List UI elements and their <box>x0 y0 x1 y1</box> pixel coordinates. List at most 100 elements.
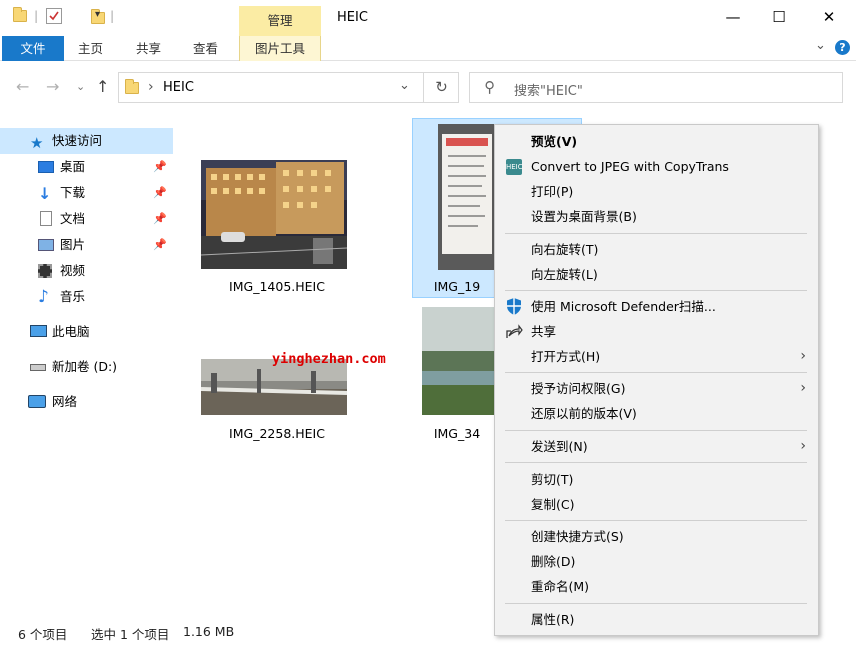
menu-item-preview[interactable]: 预览(V) <box>495 129 818 154</box>
pin-icon[interactable]: 📌 <box>153 206 167 232</box>
menu-item-copy[interactable]: 复制(C) <box>495 492 818 517</box>
tab-view[interactable]: 查看 <box>179 36 232 61</box>
file-name[interactable]: IMG_19 <box>412 279 502 294</box>
sidebar-item-documents[interactable]: 文档 📌 <box>0 206 173 232</box>
item-count: 6 个项目 <box>18 627 68 642</box>
menu-separator <box>505 290 807 291</box>
file-name[interactable]: IMG_2258.HEIC <box>192 426 362 441</box>
drive-icon <box>30 364 46 371</box>
selection-size: 1.16 MB <box>183 624 235 639</box>
refresh-button[interactable]: ↻ <box>423 72 459 103</box>
sidebar-item-quick-access[interactable]: ★ 快速访问 <box>0 128 173 154</box>
search-input[interactable]: ⚲ 搜索"HEIC" <box>469 72 843 103</box>
file-thumbnail[interactable] <box>422 307 494 415</box>
sidebar-item-videos[interactable]: 视频 <box>0 258 173 284</box>
menu-item-share[interactable]: 共享 <box>495 319 818 344</box>
menu-item-rename[interactable]: 重命名(M) <box>495 574 818 599</box>
address-bar[interactable]: › HEIC ⌄ <box>118 72 459 103</box>
selection-count: 选中 1 个项目 <box>91 627 170 642</box>
menu-item-label: 授予访问权限(G) <box>531 381 626 396</box>
menu-separator <box>505 372 807 373</box>
menu-item-cut[interactable]: 剪切(T) <box>495 467 818 492</box>
menu-item-label: 向左旋转(L) <box>531 267 598 282</box>
file-name[interactable]: IMG_1405.HEIC <box>192 279 362 294</box>
address-dropdown-icon[interactable]: ⌄ <box>399 78 410 93</box>
menu-item-properties[interactable]: 属性(R) <box>495 607 818 632</box>
sidebar-item-label: 下载 <box>60 185 86 200</box>
menu-item-label: 创建快捷方式(S) <box>531 529 624 544</box>
menu-item-rotate-right[interactable]: 向右旋转(T) <box>495 237 818 262</box>
pin-icon[interactable]: 📌 <box>153 232 167 258</box>
menu-item-send-to[interactable]: 发送到(N) › <box>495 434 818 459</box>
menu-item-print[interactable]: 打印(P) <box>495 179 818 204</box>
sidebar-item-label: 音乐 <box>60 289 86 304</box>
sidebar-item-music[interactable]: ♪ 音乐 <box>0 284 173 310</box>
menu-separator <box>505 233 807 234</box>
customize-quick-access-icon[interactable]: ▾ <box>95 9 100 20</box>
manage-tab[interactable]: 管理 <box>239 6 321 36</box>
star-icon: ★ <box>30 134 44 152</box>
file-name[interactable]: IMG_34 <box>412 426 502 441</box>
up-button[interactable]: ↑ <box>96 77 109 96</box>
window-title: HEIC <box>337 10 368 25</box>
menu-item-label: 预览(V) <box>531 134 578 149</box>
pin-icon[interactable]: 📌 <box>153 154 167 180</box>
menu-item-label: 删除(D) <box>531 554 576 569</box>
recent-locations-icon[interactable]: ⌄ <box>76 80 85 93</box>
sidebar-item-label: 网络 <box>52 394 78 409</box>
ribbon-expand-icon[interactable]: ⌄ <box>815 38 826 53</box>
menu-item-label: 设置为桌面背景(B) <box>531 209 637 224</box>
sidebar-item-desktop[interactable]: 桌面 📌 <box>0 154 173 180</box>
sidebar-item-downloads[interactable]: ↓ 下载 📌 <box>0 180 173 206</box>
shield-icon <box>505 297 523 315</box>
tab-home[interactable]: 主页 <box>64 36 117 61</box>
tab-picture-tools[interactable]: 图片工具 <box>239 36 321 61</box>
pin-icon[interactable]: 📌 <box>153 180 167 206</box>
path-separator-icon[interactable]: › <box>148 79 154 95</box>
minimize-button[interactable]: — <box>710 0 756 34</box>
file-thumbnail[interactable] <box>200 160 348 269</box>
file-thumbnail[interactable] <box>200 359 348 415</box>
sidebar-item-drive-d[interactable]: 新加卷 (D:) <box>0 354 173 380</box>
download-icon: ↓ <box>38 184 52 203</box>
menu-item-label: 发送到(N) <box>531 439 588 454</box>
menu-separator <box>505 430 807 431</box>
menu-item-label: 剪切(T) <box>531 472 574 487</box>
menu-item-grant-access[interactable]: 授予访问权限(G) › <box>495 376 818 401</box>
properties-quick-icon[interactable] <box>46 8 62 24</box>
menu-item-label: 共享 <box>531 324 557 339</box>
back-button[interactable]: ← <box>16 77 29 96</box>
submenu-arrow-icon: › <box>800 348 806 364</box>
maximize-button[interactable]: ☐ <box>756 0 802 34</box>
menu-item-convert-jpeg[interactable]: HEIC Convert to JPEG with CopyTrans <box>495 154 818 179</box>
tab-share[interactable]: 共享 <box>122 36 175 61</box>
submenu-arrow-icon: › <box>800 380 806 396</box>
menu-item-create-shortcut[interactable]: 创建快捷方式(S) <box>495 524 818 549</box>
menu-separator <box>505 603 807 604</box>
close-button[interactable]: ✕ <box>806 0 852 34</box>
menu-separator <box>505 520 807 521</box>
search-icon: ⚲ <box>484 78 495 96</box>
menu-item-delete[interactable]: 删除(D) <box>495 549 818 574</box>
sidebar-item-label: 快速访问 <box>52 133 103 148</box>
forward-button[interactable]: → <box>46 77 59 96</box>
submenu-arrow-icon: › <box>800 438 806 454</box>
menu-item-rotate-left[interactable]: 向左旋转(L) <box>495 262 818 287</box>
help-icon[interactable]: ? <box>835 40 850 55</box>
context-menu: 预览(V) HEIC Convert to JPEG with CopyTran… <box>494 124 819 636</box>
menu-item-set-wallpaper[interactable]: 设置为桌面背景(B) <box>495 204 818 229</box>
menu-item-defender-scan[interactable]: 使用 Microsoft Defender扫描... <box>495 294 818 319</box>
navigation-pane: ★ 快速访问 桌面 📌 ↓ 下载 📌 文档 📌 图片 📌 视频 ♪ 音乐 此电脑… <box>0 122 175 612</box>
music-icon: ♪ <box>38 287 49 307</box>
sidebar-item-pictures[interactable]: 图片 📌 <box>0 232 173 258</box>
menu-item-label: 打开方式(H) <box>531 349 601 364</box>
sidebar-item-label: 桌面 <box>60 159 86 174</box>
menu-item-open-with[interactable]: 打开方式(H) › <box>495 344 818 369</box>
menu-item-restore-versions[interactable]: 还原以前的版本(V) <box>495 401 818 426</box>
tab-file[interactable]: 文件 <box>2 36 64 61</box>
sidebar-item-network[interactable]: 网络 <box>0 389 173 415</box>
sidebar-item-this-pc[interactable]: 此电脑 <box>0 319 173 345</box>
file-thumbnail[interactable] <box>438 124 494 270</box>
menu-item-label: 打印(P) <box>531 184 574 199</box>
path-segment[interactable]: HEIC <box>163 80 194 95</box>
